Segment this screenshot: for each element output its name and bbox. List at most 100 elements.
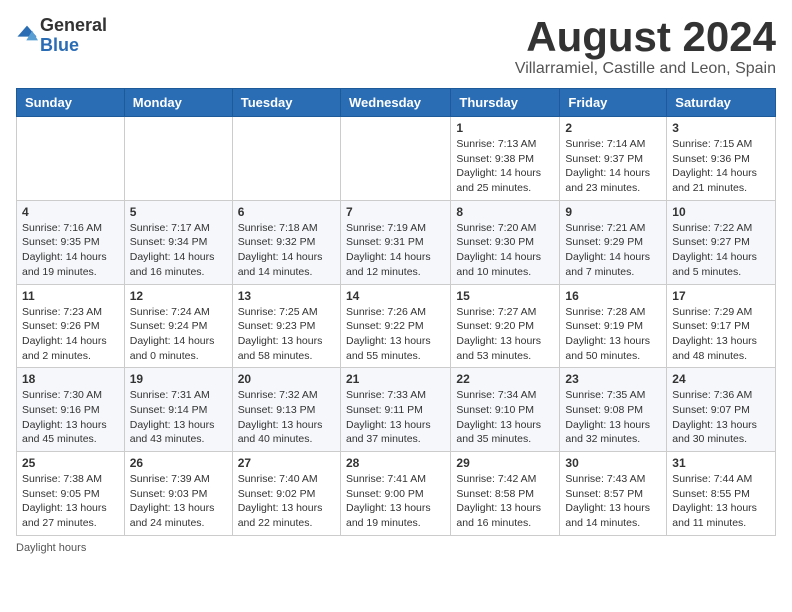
day-number: 6: [238, 205, 335, 219]
calendar-cell: 15Sunrise: 7:27 AM Sunset: 9:20 PM Dayli…: [451, 284, 560, 368]
calendar-week-4: 18 Sunrise: 7:30 AM Sunset: 9:16 PM Dayli…: [17, 368, 776, 452]
calendar-header-sunday: Sunday: [17, 89, 125, 117]
calendar-cell: 16 Sunrise: 7:28 AM Sunset: 9:19 PM Dayli…: [560, 284, 667, 368]
calendar-cell: 24 Sunrise: 7:36 AM Sunset: 9:07 PM Dayli…: [667, 368, 776, 452]
day-info: Sunrise: 7:25 AM Sunset: 9:23 PM Dayligh…: [238, 305, 335, 364]
logo: General Blue: [16, 16, 107, 56]
calendar-cell: 19 Sunrise: 7:31 AM Sunset: 9:14 PM Dayli…: [124, 368, 232, 452]
location-title: Villarramiel, Castille and Leon, Spain: [515, 60, 776, 78]
day-number: 20: [238, 372, 335, 386]
day-info: Sunrise: 7:22 AM Sunset: 9:27 PM Dayligh…: [672, 221, 770, 280]
day-info: Sunrise: 7:20 AM Sunset: 9:30 PM Dayligh…: [456, 221, 554, 280]
day-number: 27: [238, 456, 335, 470]
calendar-header-monday: Monday: [124, 89, 232, 117]
day-number: 18: [22, 372, 119, 386]
day-info: Sunrise: 7:43 AM Sunset: 8:57 PM Dayligh…: [565, 472, 661, 531]
day-number: 29: [456, 456, 554, 470]
day-info: Sunrise: 7:16 AM Sunset: 9:35 PM Dayligh…: [22, 221, 119, 280]
day-number: 19: [130, 372, 227, 386]
day-number: 14: [346, 289, 445, 303]
day-info: Sunrise: 7:36 AM Sunset: 9:07 PM Dayligh…: [672, 388, 770, 447]
calendar-cell: 11Sunrise: 7:23 AM Sunset: 9:26 PM Dayli…: [17, 284, 125, 368]
day-number: 30: [565, 456, 661, 470]
day-number: 3: [672, 121, 770, 135]
day-info: Sunrise: 7:33 AM Sunset: 9:11 PM Dayligh…: [346, 388, 445, 447]
calendar-cell: 12Sunrise: 7:24 AM Sunset: 9:24 PM Dayli…: [124, 284, 232, 368]
calendar-cell: 3 Sunrise: 7:15 AM Sunset: 9:36 PM Daylig…: [667, 117, 776, 201]
calendar-cell: 25Sunrise: 7:38 AM Sunset: 9:05 PM Dayli…: [17, 452, 125, 536]
day-info: Sunrise: 7:15 AM Sunset: 9:36 PM Dayligh…: [672, 137, 770, 196]
calendar-cell: 28Sunrise: 7:41 AM Sunset: 9:00 PM Dayli…: [340, 452, 450, 536]
day-info: Sunrise: 7:28 AM Sunset: 9:19 PM Dayligh…: [565, 305, 661, 364]
calendar-cell: 20 Sunrise: 7:32 AM Sunset: 9:13 PM Dayli…: [232, 368, 340, 452]
day-number: 15: [456, 289, 554, 303]
calendar-week-1: 1 Sunrise: 7:13 AM Sunset: 9:38 PM Daylig…: [17, 117, 776, 201]
calendar-table: SundayMondayTuesdayWednesdayThursdayFrid…: [16, 88, 776, 536]
calendar-cell: 1 Sunrise: 7:13 AM Sunset: 9:38 PM Daylig…: [451, 117, 560, 201]
calendar-cell: 6Sunrise: 7:18 AM Sunset: 9:32 PM Daylig…: [232, 200, 340, 284]
day-info: Sunrise: 7:30 AM Sunset: 9:16 PM Dayligh…: [22, 388, 119, 447]
day-number: 8: [456, 205, 554, 219]
day-info: Sunrise: 7:42 AM Sunset: 8:58 PM Dayligh…: [456, 472, 554, 531]
day-info: Sunrise: 7:31 AM Sunset: 9:14 PM Dayligh…: [130, 388, 227, 447]
calendar-header-row: SundayMondayTuesdayWednesdayThursdayFrid…: [17, 89, 776, 117]
calendar-cell: 14 Sunrise: 7:26 AM Sunset: 9:22 PM Dayli…: [340, 284, 450, 368]
day-number: 31: [672, 456, 770, 470]
day-info: Sunrise: 7:32 AM Sunset: 9:13 PM Dayligh…: [238, 388, 335, 447]
day-number: 28: [346, 456, 445, 470]
calendar-cell: 18 Sunrise: 7:30 AM Sunset: 9:16 PM Dayli…: [17, 368, 125, 452]
calendar-cell: 26 Sunrise: 7:39 AM Sunset: 9:03 PM Dayli…: [124, 452, 232, 536]
calendar-cell: [232, 117, 340, 201]
day-info: Sunrise: 7:29 AM Sunset: 9:17 PM Dayligh…: [672, 305, 770, 364]
day-info: Sunrise: 7:26 AM Sunset: 9:22 PM Dayligh…: [346, 305, 445, 364]
calendar-cell: 23Sunrise: 7:35 AM Sunset: 9:08 PM Dayli…: [560, 368, 667, 452]
day-info: Sunrise: 7:13 AM Sunset: 9:38 PM Dayligh…: [456, 137, 554, 196]
day-info: Sunrise: 7:17 AM Sunset: 9:34 PM Dayligh…: [130, 221, 227, 280]
calendar-cell: 4 Sunrise: 7:16 AM Sunset: 9:35 PM Daylig…: [17, 200, 125, 284]
day-number: 21: [346, 372, 445, 386]
day-number: 22: [456, 372, 554, 386]
calendar-cell: [124, 117, 232, 201]
day-number: 5: [130, 205, 227, 219]
day-number: 4: [22, 205, 119, 219]
calendar-header-wednesday: Wednesday: [340, 89, 450, 117]
calendar-cell: 13 Sunrise: 7:25 AM Sunset: 9:23 PM Dayli…: [232, 284, 340, 368]
calendar-header-thursday: Thursday: [451, 89, 560, 117]
day-info: Sunrise: 7:21 AM Sunset: 9:29 PM Dayligh…: [565, 221, 661, 280]
day-number: 16: [565, 289, 661, 303]
day-number: 1: [456, 121, 554, 135]
day-info: Sunrise: 7:44 AM Sunset: 8:55 PM Dayligh…: [672, 472, 770, 531]
calendar-week-5: 25Sunrise: 7:38 AM Sunset: 9:05 PM Dayli…: [17, 452, 776, 536]
day-number: 24: [672, 372, 770, 386]
logo-icon: [16, 22, 38, 44]
day-info: Sunrise: 7:24 AM Sunset: 9:24 PM Dayligh…: [130, 305, 227, 364]
logo-general-text: General: [40, 15, 107, 35]
day-info: Sunrise: 7:39 AM Sunset: 9:03 PM Dayligh…: [130, 472, 227, 531]
day-info: Sunrise: 7:38 AM Sunset: 9:05 PM Dayligh…: [22, 472, 119, 531]
calendar-cell: [17, 117, 125, 201]
day-number: 9: [565, 205, 661, 219]
calendar-cell: 7Sunrise: 7:19 AM Sunset: 9:31 PM Daylig…: [340, 200, 450, 284]
calendar-cell: [340, 117, 450, 201]
title-section: August 2024 Villarramiel, Castille and L…: [515, 16, 776, 78]
calendar-cell: 2 Sunrise: 7:14 AM Sunset: 9:37 PM Daylig…: [560, 117, 667, 201]
day-info: Sunrise: 7:14 AM Sunset: 9:37 PM Dayligh…: [565, 137, 661, 196]
day-info: Sunrise: 7:40 AM Sunset: 9:02 PM Dayligh…: [238, 472, 335, 531]
calendar-cell: 31 Sunrise: 7:44 AM Sunset: 8:55 PM Dayli…: [667, 452, 776, 536]
day-number: 13: [238, 289, 335, 303]
calendar-header-friday: Friday: [560, 89, 667, 117]
day-info: Sunrise: 7:35 AM Sunset: 9:08 PM Dayligh…: [565, 388, 661, 447]
calendar-header-tuesday: Tuesday: [232, 89, 340, 117]
calendar-cell: 30 Sunrise: 7:43 AM Sunset: 8:57 PM Dayli…: [560, 452, 667, 536]
day-number: 17: [672, 289, 770, 303]
header: General Blue August 2024 Villarramiel, C…: [16, 16, 776, 78]
footer-note: Daylight hours: [16, 542, 776, 554]
logo-blue-text: Blue: [40, 35, 79, 55]
day-number: 2: [565, 121, 661, 135]
calendar-cell: 21 Sunrise: 7:33 AM Sunset: 9:11 PM Dayli…: [340, 368, 450, 452]
calendar-cell: 5 Sunrise: 7:17 AM Sunset: 9:34 PM Daylig…: [124, 200, 232, 284]
day-number: 26: [130, 456, 227, 470]
day-info: Sunrise: 7:19 AM Sunset: 9:31 PM Dayligh…: [346, 221, 445, 280]
day-number: 10: [672, 205, 770, 219]
day-info: Sunrise: 7:23 AM Sunset: 9:26 PM Dayligh…: [22, 305, 119, 364]
